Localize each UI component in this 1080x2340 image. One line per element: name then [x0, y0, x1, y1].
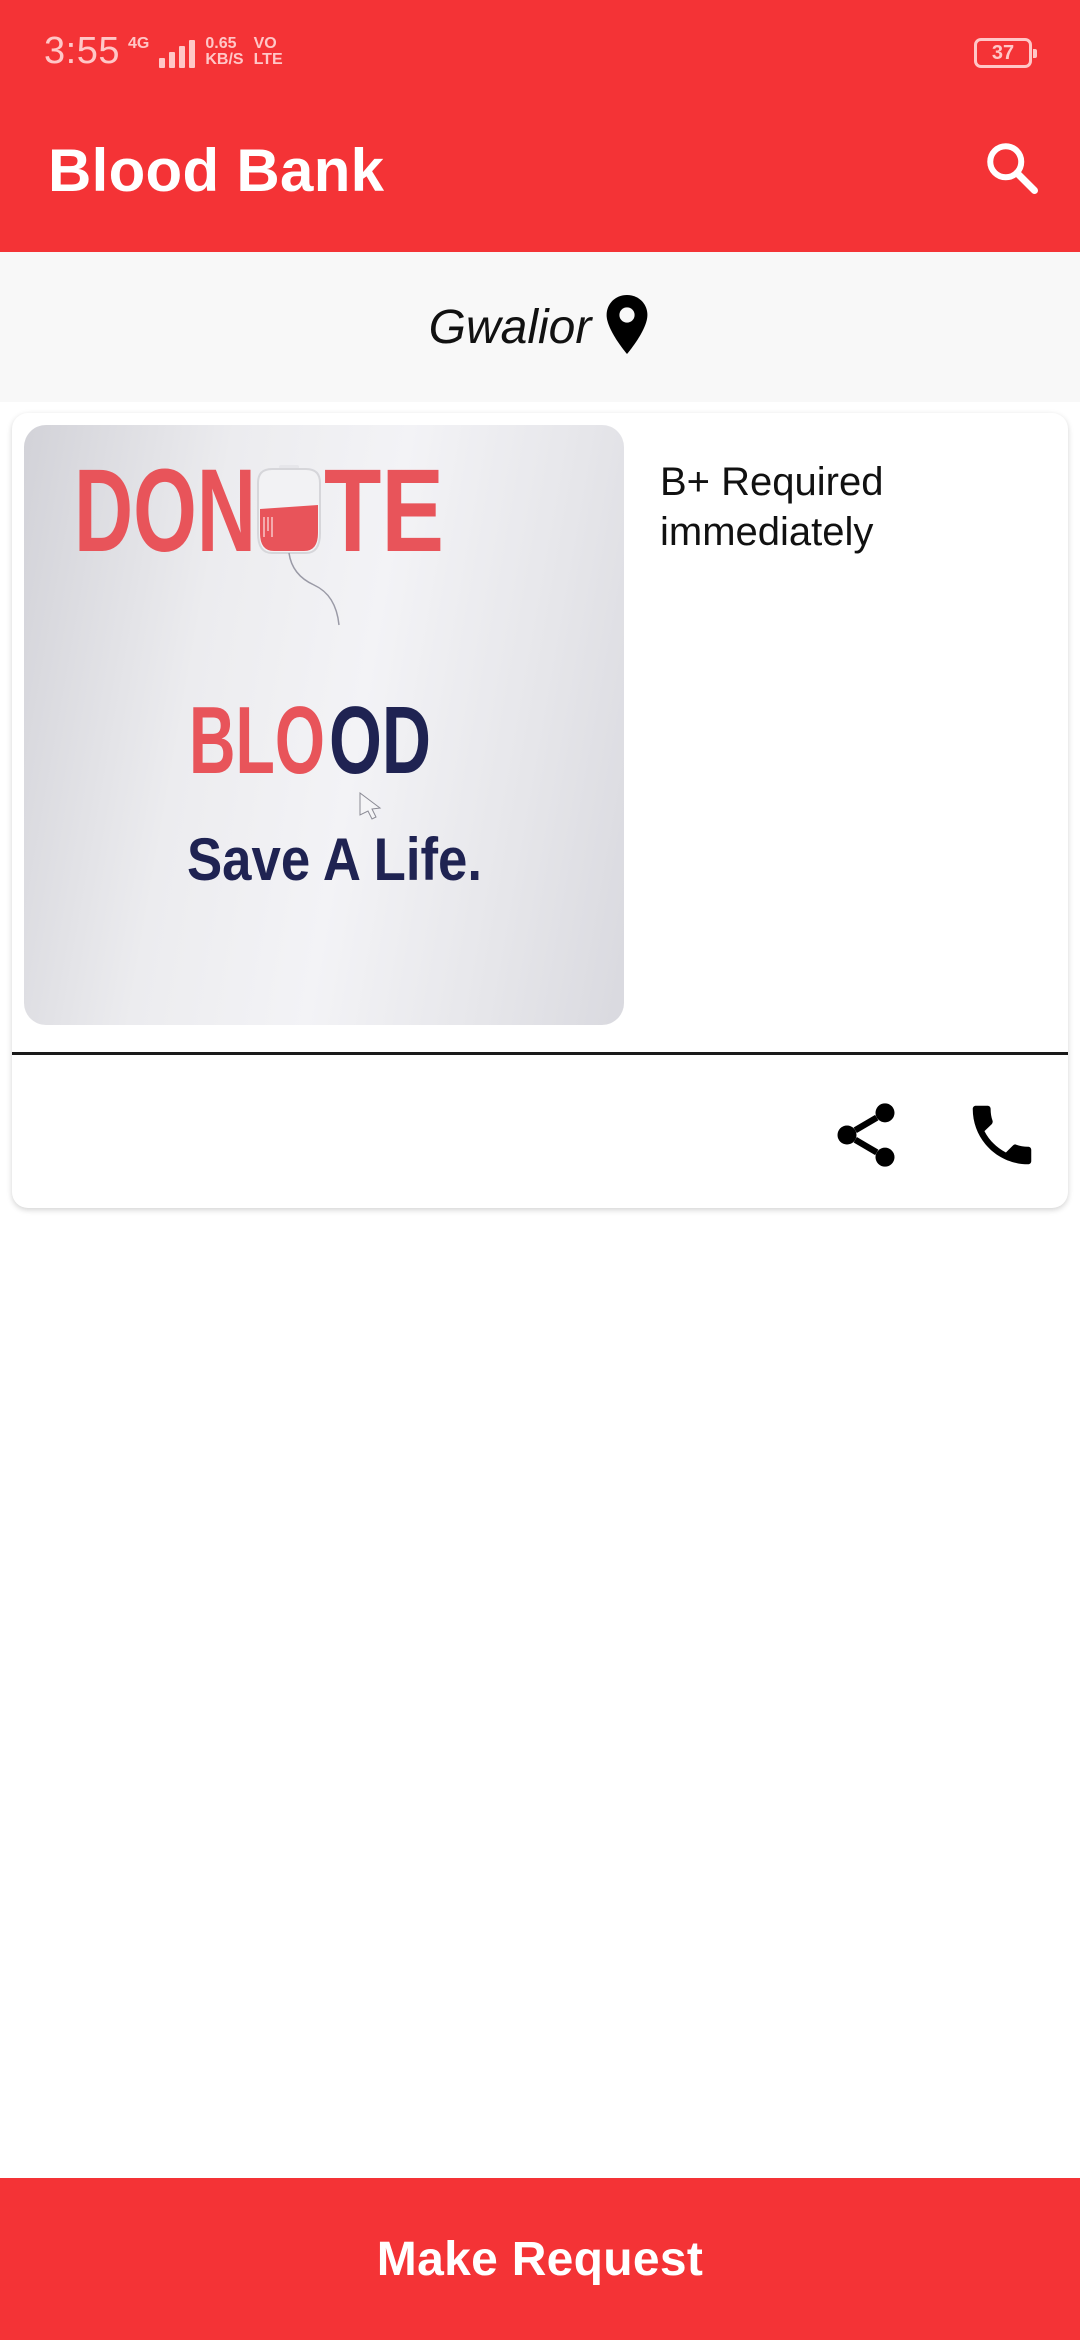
- request-image[interactable]: DON TE BLO OD Save A Life.: [24, 425, 624, 1025]
- share-button[interactable]: [826, 1095, 906, 1175]
- status-bar: 3:55 4G 0.65 KB/S VO LTE 37: [0, 0, 1080, 106]
- signal-icon: [159, 38, 196, 68]
- request-message: B+ Required immediately: [660, 460, 884, 554]
- poster-line2-left: BLO: [189, 687, 325, 794]
- battery-icon: 37: [974, 38, 1037, 68]
- poster-line1-right: TE: [324, 445, 444, 577]
- volte-bottom: LTE: [253, 51, 283, 68]
- search-icon: [987, 143, 1038, 194]
- poster-line2-right: OD: [329, 687, 431, 794]
- poster-line1-left: DON: [74, 445, 256, 577]
- poster-line3: Save A Life.: [187, 826, 482, 893]
- location-pin-icon: [603, 293, 651, 357]
- share-icon: [837, 1103, 895, 1167]
- location-selector[interactable]: Gwalior: [0, 252, 1080, 402]
- request-card[interactable]: DON TE BLO OD Save A Life. B+ Required i…: [12, 413, 1068, 1208]
- donate-blood-poster: DON TE BLO OD Save A Life.: [74, 445, 482, 893]
- volte-indicator: VO LTE: [254, 36, 283, 68]
- status-time: 3:55: [44, 30, 120, 72]
- phone-icon: [972, 1105, 1032, 1165]
- make-request-button[interactable]: Make Request: [0, 2178, 1080, 2340]
- battery-level: 37: [991, 41, 1015, 64]
- app-header: 3:55 4G 0.65 KB/S VO LTE 37 Blood Bank: [0, 0, 1080, 252]
- data-speed-unit: KB/S: [205, 51, 244, 68]
- status-indicators: 4G 0.65 KB/S VO LTE: [128, 36, 283, 68]
- location-city: Gwalior: [428, 300, 592, 354]
- card-actions: [12, 1055, 1068, 1208]
- page-title: Blood Bank: [48, 137, 385, 204]
- call-button[interactable]: [962, 1095, 1042, 1175]
- volte-top: VO: [253, 35, 277, 52]
- app-root: 3:55 4G 0.65 KB/S VO LTE 37 Blood Bank G…: [0, 0, 1080, 2340]
- network-type: 4G: [128, 35, 150, 52]
- data-speed-value: 0.65: [205, 35, 237, 52]
- cursor-icon: [359, 792, 382, 820]
- data-speed: 0.65 KB/S: [205, 36, 243, 68]
- search-button[interactable]: [974, 130, 1050, 206]
